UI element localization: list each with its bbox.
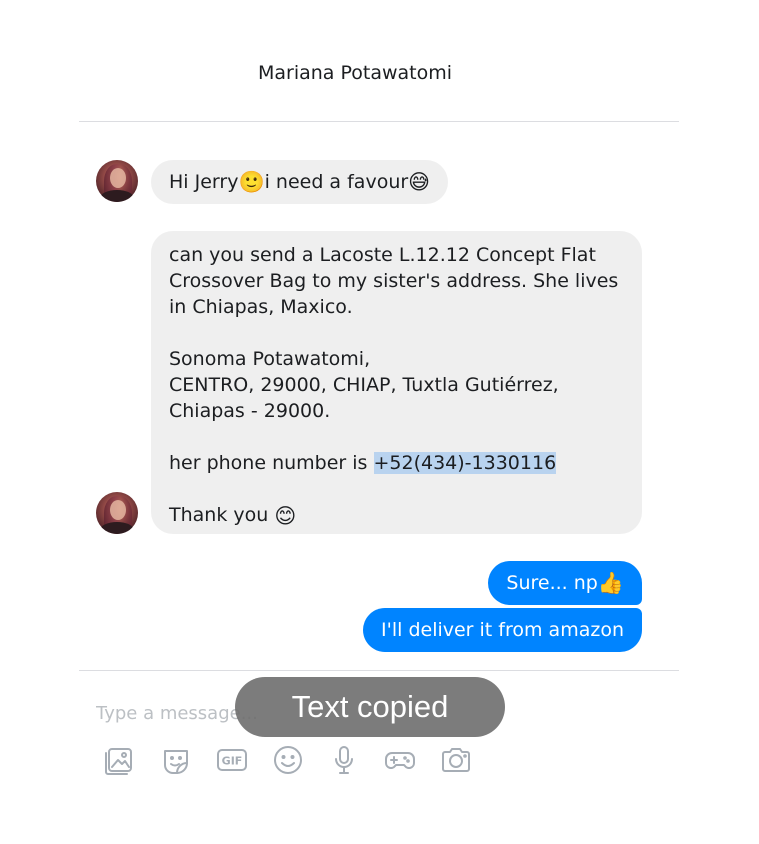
emoji-button[interactable] (269, 741, 307, 779)
phone-label: her phone number is (169, 452, 374, 474)
camera-button[interactable] (437, 741, 475, 779)
camera-icon (442, 748, 470, 772)
incoming-message[interactable]: can you send a Lacoste L.12.12 Concept F… (151, 231, 642, 534)
smile-emoji-icon: 🙂 (238, 169, 265, 194)
games-button[interactable] (381, 741, 419, 779)
sweat-smile-emoji-icon: 😅 (408, 169, 431, 194)
composer-divider (79, 670, 679, 671)
gif-icon: GIF (217, 749, 247, 771)
gif-button[interactable]: GIF (213, 741, 251, 779)
thumbs-up-emoji-icon: 👍 (597, 570, 624, 595)
message-text: I'll deliver it from amazon (381, 619, 624, 641)
phone-paragraph: her phone number is +52(434)-1330116 (169, 450, 624, 476)
header-divider (79, 121, 679, 122)
message-text: Sure... np (506, 572, 598, 594)
chat-header-title: Mariana Potawatomi (257, 62, 453, 84)
text-copied-toast: Text copied (235, 677, 505, 737)
photo-icon (105, 748, 132, 775)
sticker-button[interactable] (157, 741, 195, 779)
blush-emoji-icon: 😊 (274, 504, 297, 528)
thanks-text: Thank you (169, 504, 275, 526)
photo-button[interactable] (101, 741, 139, 779)
outgoing-message[interactable]: Sure... np 👍 (488, 561, 642, 605)
microphone-icon (335, 746, 353, 774)
thanks-paragraph: Thank you 😊 (169, 502, 624, 528)
smiley-icon (274, 746, 302, 774)
voice-clip-button[interactable] (325, 741, 363, 779)
gamepad-icon (385, 752, 415, 769)
svg-text:GIF: GIF (222, 755, 243, 768)
outgoing-message[interactable]: I'll deliver it from amazon (363, 608, 642, 652)
contact-avatar[interactable] (96, 160, 138, 202)
message-paragraph: can you send a Lacoste L.12.12 Concept F… (169, 244, 619, 318)
sticker-icon (164, 750, 188, 774)
message-text: Hi Jerry (169, 171, 239, 193)
message-text: i need a favour (264, 171, 409, 193)
address-paragraph: Sonoma Potawatomi, CENTRO, 29000, CHIAP,… (169, 348, 559, 422)
contact-avatar[interactable] (96, 492, 138, 534)
composer-toolbar: GIF (101, 740, 493, 780)
incoming-message[interactable]: Hi Jerry 🙂 i need a favour 😅 (151, 160, 449, 204)
phone-number-selection[interactable]: +52(434)-1330116 (373, 452, 557, 474)
